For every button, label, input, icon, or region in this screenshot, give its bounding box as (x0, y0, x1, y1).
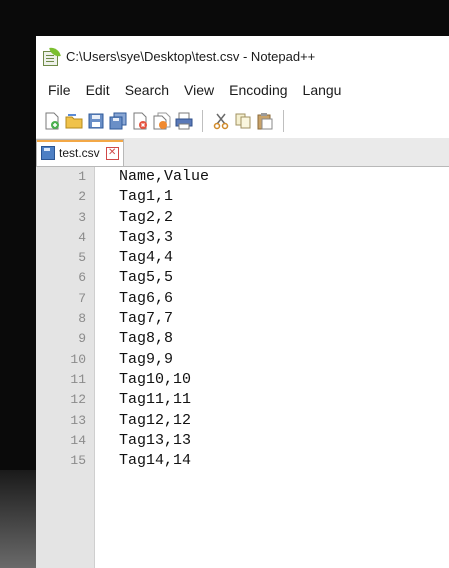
line-number: 13 (70, 412, 86, 428)
title-bar: C:\Users\sye\Desktop\test.csv - Notepad+… (36, 36, 449, 76)
code-line[interactable]: Tag1,1 (119, 187, 209, 207)
tab-label: test.csv (59, 146, 100, 160)
code-line[interactable]: Tag13,13 (119, 431, 209, 451)
line-number: 15 (70, 453, 86, 469)
menu-view[interactable]: View (184, 82, 214, 98)
cut-icon[interactable] (211, 110, 231, 132)
line-number: 3 (78, 209, 86, 225)
print-icon[interactable] (174, 110, 194, 132)
copy-icon[interactable] (233, 110, 253, 132)
text-content[interactable]: Name,Value Tag1,1 Tag2,2 Tag3,3 Tag4,4 Tag5,5… (95, 167, 209, 568)
code-line[interactable]: Tag2,2 (119, 208, 209, 228)
code-line[interactable]: Tag9,9 (119, 350, 209, 370)
editor-area[interactable]: 1 2 3 4 5 6 7 8 9 10 11 12 13 14 15 Name,Value Tag1,1 Ta… (36, 167, 449, 568)
menu-edit[interactable]: Edit (86, 82, 110, 98)
code-line[interactable]: Tag4,4 (119, 248, 209, 268)
line-number: 4 (78, 229, 86, 245)
code-line[interactable]: Tag10,10 (119, 370, 209, 390)
line-number: 5 (78, 250, 86, 266)
paste-icon[interactable] (255, 110, 275, 132)
code-line[interactable]: Tag3,3 (119, 228, 209, 248)
tab-close-icon[interactable]: ✕ (105, 146, 119, 160)
tab-bar: test.csv ✕ (36, 138, 449, 167)
window-title: C:\Users\sye\Desktop\test.csv - Notepad+… (66, 48, 316, 64)
line-number: 8 (78, 311, 86, 327)
close-all-icon[interactable] (152, 110, 172, 132)
line-number: 14 (70, 432, 86, 448)
tab-test-csv[interactable]: test.csv ✕ (36, 139, 124, 166)
save-icon[interactable] (86, 110, 106, 132)
save-all-icon[interactable] (108, 110, 128, 132)
code-line[interactable]: Tag12,12 (119, 411, 209, 431)
toolbar-separator (283, 110, 284, 132)
code-line[interactable]: Tag7,7 (119, 309, 209, 329)
line-number: 2 (78, 189, 86, 205)
code-line[interactable]: Tag14,14 (119, 451, 209, 471)
line-number-gutter: 1 2 3 4 5 6 7 8 9 10 11 12 13 14 15 (36, 167, 95, 568)
line-number: 12 (70, 392, 86, 408)
menu-language[interactable]: Langu (303, 82, 342, 98)
notepadpp-icon (42, 46, 61, 66)
desktop-background (0, 470, 40, 568)
saved-file-icon (41, 146, 55, 160)
line-number: 1 (78, 169, 86, 184)
line-number: 9 (78, 331, 86, 347)
code-line[interactable]: Tag5,5 (119, 268, 209, 288)
toolbar (36, 104, 449, 138)
code-line[interactable]: Name,Value (119, 167, 209, 187)
code-line[interactable]: Tag8,8 (119, 329, 209, 349)
line-number: 10 (70, 351, 86, 367)
toolbar-separator (202, 110, 203, 132)
menu-file[interactable]: File (48, 82, 71, 98)
notepadpp-window: C:\Users\sye\Desktop\test.csv - Notepad+… (36, 36, 449, 568)
open-file-icon[interactable] (64, 110, 84, 132)
code-line[interactable]: Tag6,6 (119, 289, 209, 309)
close-icon[interactable] (130, 110, 150, 132)
code-line[interactable]: Tag11,11 (119, 390, 209, 410)
menu-encoding[interactable]: Encoding (229, 82, 287, 98)
menu-bar: File Edit Search View Encoding Langu (36, 76, 449, 104)
menu-search[interactable]: Search (125, 82, 169, 98)
new-file-icon[interactable] (42, 110, 62, 132)
line-number: 7 (78, 290, 86, 306)
line-number: 6 (78, 270, 86, 286)
line-number: 11 (70, 371, 86, 387)
